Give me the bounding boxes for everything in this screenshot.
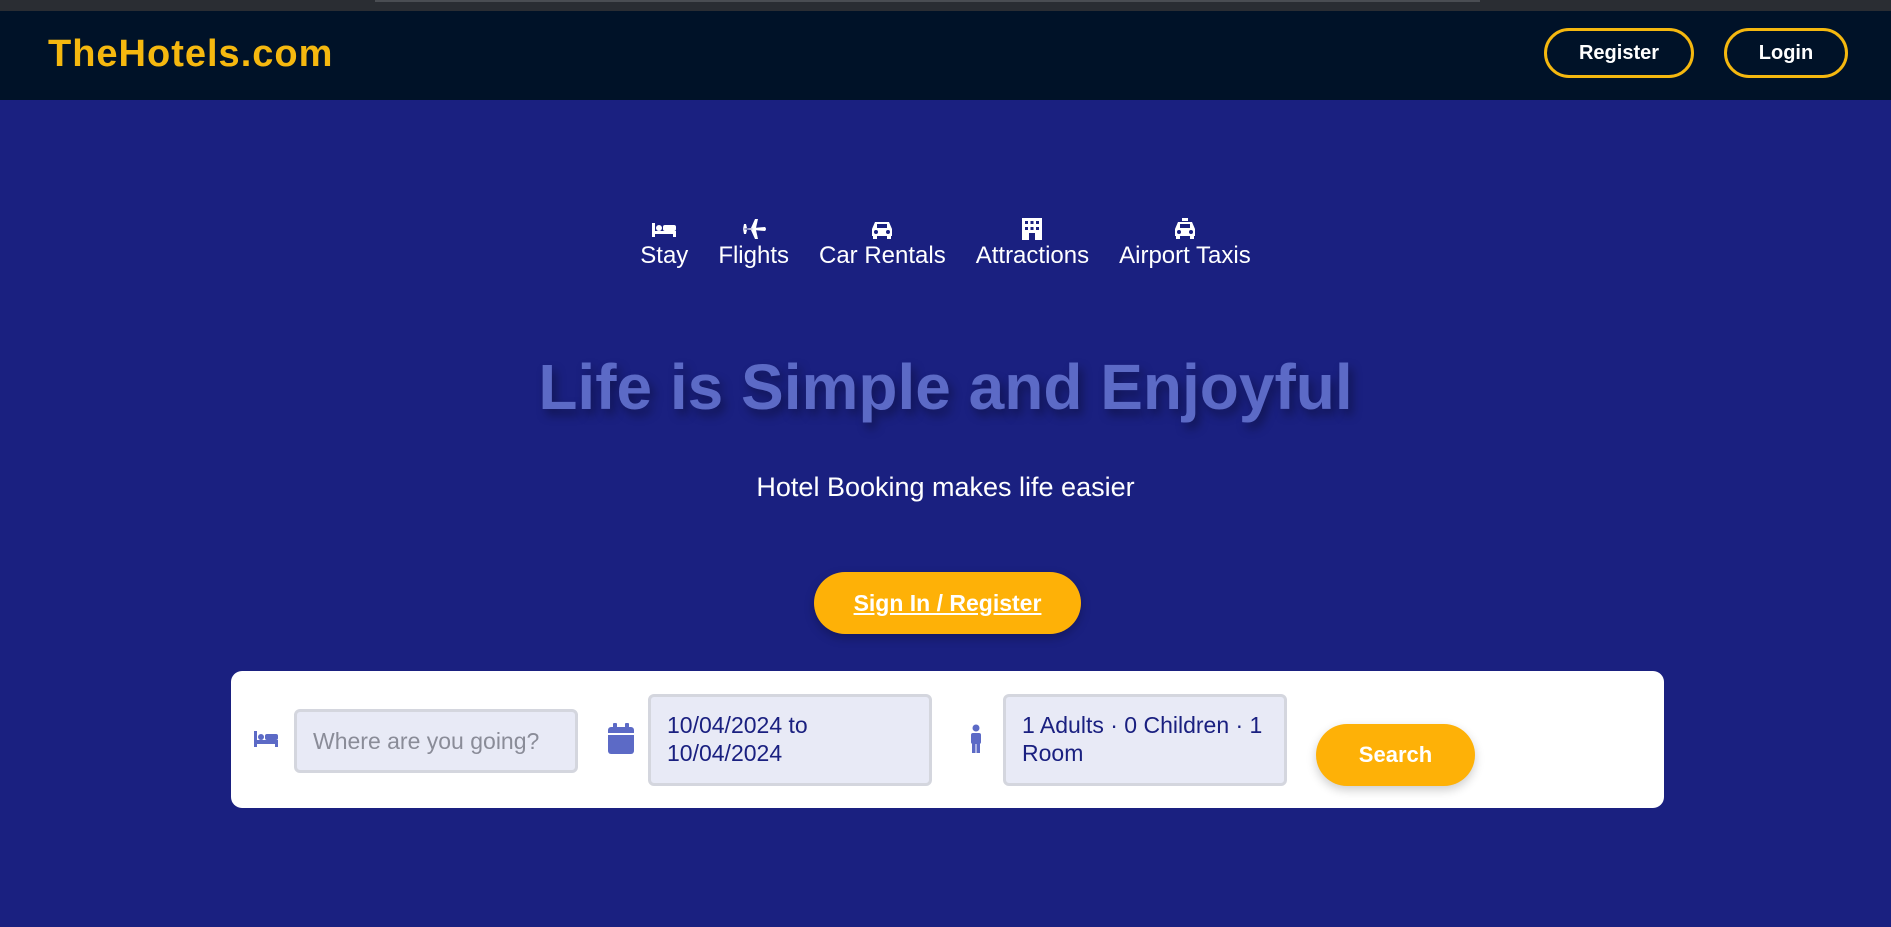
calendar-icon bbox=[608, 723, 634, 754]
register-button[interactable]: Register bbox=[1544, 28, 1694, 78]
guests-rooms-field[interactable]: 1 Adults · 0 Children · 1 Room bbox=[1003, 694, 1287, 786]
hero-subtitle: Hotel Booking makes life easier bbox=[756, 472, 1135, 502]
tab-stay[interactable]: Stay bbox=[640, 218, 688, 270]
search-button[interactable]: Search bbox=[1316, 724, 1475, 786]
tab-label: Airport Taxis bbox=[1119, 242, 1251, 269]
tab-airport-taxis[interactable]: Airport Taxis bbox=[1119, 218, 1251, 270]
person-icon bbox=[971, 724, 981, 753]
bed-icon bbox=[652, 223, 677, 237]
hero-title: Life is Simple and Enjoyful bbox=[538, 351, 1353, 423]
taxi-icon bbox=[1174, 218, 1195, 239]
tab-label: Attractions bbox=[975, 242, 1090, 269]
tab-car-rentals[interactable]: Car Rentals bbox=[819, 218, 946, 270]
tab-label: Flights bbox=[718, 242, 789, 269]
tab-label: Stay bbox=[640, 242, 689, 269]
plane-icon bbox=[742, 219, 766, 239]
browser-top-strip bbox=[0, 0, 1891, 11]
sign-in-register-link[interactable]: Sign In / Register bbox=[814, 572, 1081, 634]
navbar: TheHotels.com Register Login bbox=[0, 11, 1891, 100]
login-button[interactable]: Login bbox=[1724, 28, 1848, 78]
car-icon bbox=[872, 222, 893, 239]
search-bar: 10/04/2024 to 10/04/2024 1 Adults · 0 Ch… bbox=[231, 671, 1664, 808]
date-range-field[interactable]: 10/04/2024 to 10/04/2024 bbox=[648, 694, 932, 786]
destination-input[interactable] bbox=[294, 709, 578, 773]
top-strip-bar bbox=[375, 0, 1480, 2]
tab-flights[interactable]: Flights bbox=[718, 218, 789, 270]
tab-attractions[interactable]: Attractions bbox=[976, 218, 1089, 270]
building-icon bbox=[1022, 218, 1043, 240]
category-tabs: Stay Flights Car Rentals Attractions Air… bbox=[0, 218, 1891, 270]
bed-icon bbox=[254, 731, 278, 747]
tab-label: Car Rentals bbox=[819, 242, 946, 269]
site-logo[interactable]: TheHotels.com bbox=[48, 33, 333, 76]
